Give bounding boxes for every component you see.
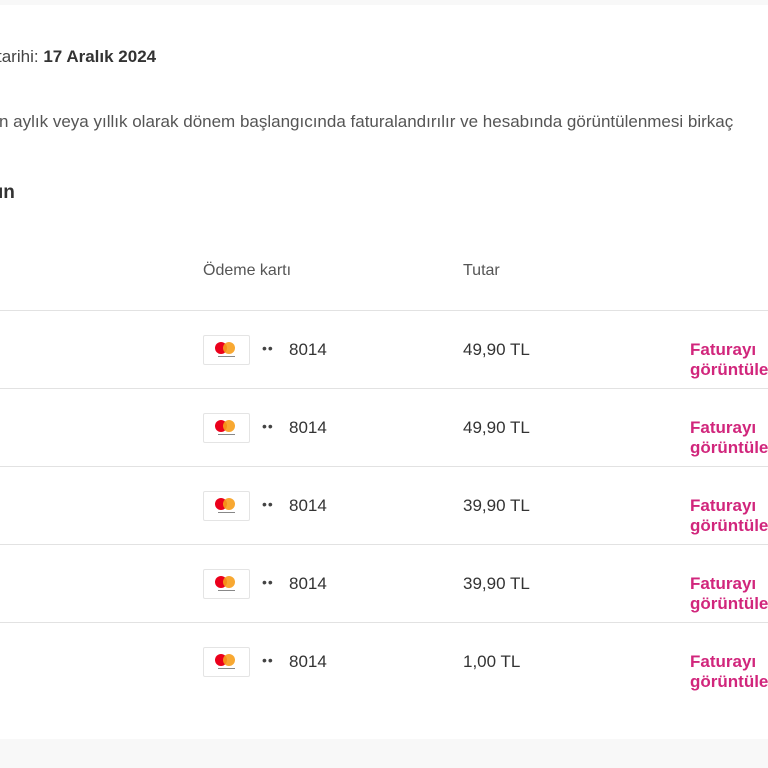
table-row: •• 8014 39,90 TL Faturayı görüntüle bbox=[0, 544, 768, 623]
mastercard-icon bbox=[203, 491, 250, 521]
card-last4: 8014 bbox=[289, 418, 327, 437]
amount: 49,90 TL bbox=[463, 340, 530, 359]
masked-digits: •• bbox=[262, 574, 274, 590]
top-bar bbox=[0, 0, 768, 5]
masked-digits: •• bbox=[262, 418, 274, 434]
section-heading: ın bbox=[0, 182, 15, 203]
card-last4: 8014 bbox=[289, 496, 327, 515]
amount: 39,90 TL bbox=[463, 496, 530, 515]
card-last4: 8014 bbox=[289, 340, 327, 359]
table-row: •• 8014 1,00 TL Faturayı görüntüle bbox=[0, 622, 768, 701]
column-header-card: Ödeme kartı bbox=[203, 262, 292, 279]
view-invoice-link[interactable]: Faturayı görüntüle bbox=[690, 340, 768, 380]
amount: 39,90 TL bbox=[463, 574, 530, 593]
amount: 1,00 TL bbox=[463, 652, 521, 671]
mastercard-icon bbox=[203, 647, 250, 677]
mastercard-icon bbox=[203, 335, 250, 365]
view-invoice-link[interactable]: Faturayı görüntüle bbox=[690, 418, 768, 458]
view-invoice-link[interactable]: Faturayı görüntüle bbox=[690, 652, 768, 692]
view-invoice-link[interactable]: Faturayı görüntüle bbox=[690, 574, 768, 614]
view-invoice-link[interactable]: Faturayı görüntüle bbox=[690, 496, 768, 536]
card-last4: 8014 bbox=[289, 574, 327, 593]
masked-digits: •• bbox=[262, 652, 274, 668]
column-header-amount: Tutar bbox=[463, 262, 500, 279]
table-row: •• 8014 49,90 TL Faturayı görüntüle bbox=[0, 388, 768, 467]
payment-date-label: tarihi: bbox=[0, 47, 39, 66]
table-row: •• 8014 39,90 TL Faturayı görüntüle bbox=[0, 466, 768, 545]
table-row: •• 8014 49,90 TL Faturayı görüntüle bbox=[0, 310, 768, 389]
mastercard-icon bbox=[203, 569, 250, 599]
bottom-bar bbox=[0, 739, 768, 768]
payment-date: tarihi: 17 Aralık 2024 bbox=[0, 47, 156, 67]
payment-date-value: 17 Aralık 2024 bbox=[43, 47, 157, 66]
masked-digits: •• bbox=[262, 496, 274, 512]
mastercard-icon bbox=[203, 413, 250, 443]
masked-digits: •• bbox=[262, 340, 274, 356]
amount: 49,90 TL bbox=[463, 418, 530, 437]
billing-description: n aylık veya yıllık olarak dönem başlang… bbox=[0, 112, 734, 131]
card-last4: 8014 bbox=[289, 652, 327, 671]
